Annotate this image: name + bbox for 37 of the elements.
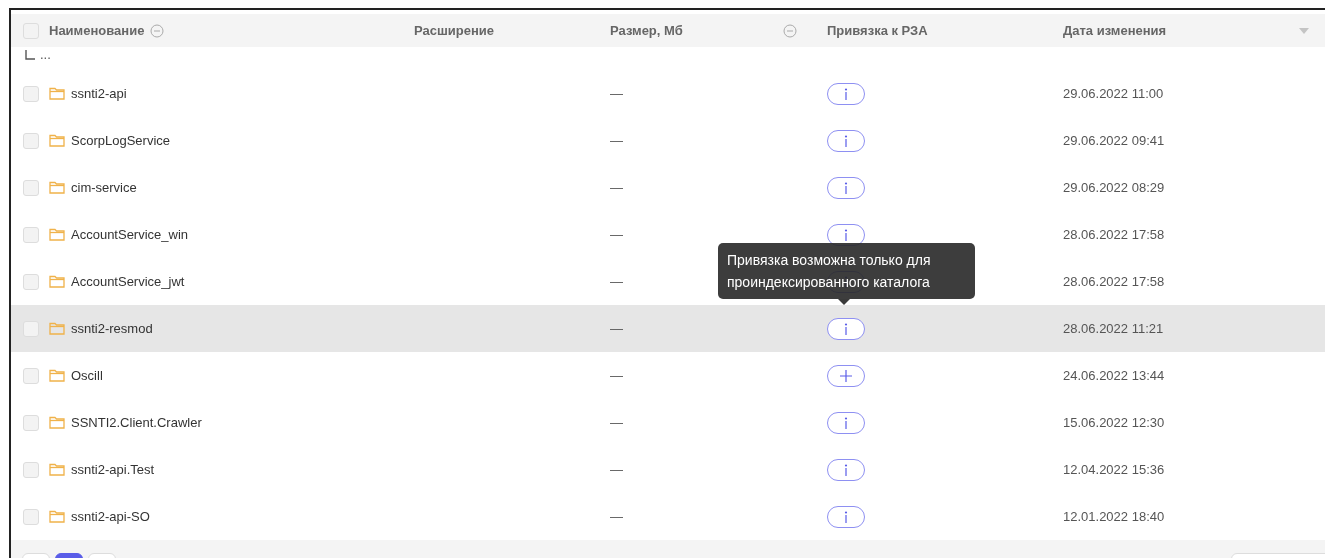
column-header[interactable]: Привязка к РЗА	[827, 23, 928, 38]
modified-date: 15.06.2022 12:30	[1063, 415, 1165, 430]
parent-folder-link[interactable]: ...	[40, 47, 51, 62]
modified-date: 29.06.2022 11:00	[1063, 86, 1164, 101]
tooltip: Привязка возможна только для проиндексированного каталога	[718, 243, 975, 299]
folder-name[interactable]: Oscill	[71, 368, 103, 383]
size-value: —	[610, 133, 623, 148]
folder-name[interactable]: AccountService_win	[71, 227, 189, 242]
size-value: —	[610, 274, 623, 289]
size-value: —	[610, 368, 623, 383]
size-value: —	[610, 509, 623, 524]
size-value: —	[610, 227, 623, 242]
folder-name[interactable]: AccountService_jwt	[71, 274, 185, 289]
folder-name[interactable]: ssnti2-api-SO	[71, 509, 150, 524]
modified-date: 28.06.2022 11:21	[1063, 321, 1164, 336]
folder-name[interactable]: ssnti2-api.Test	[71, 462, 155, 477]
modified-date: 12.01.2022 18:40	[1063, 509, 1165, 524]
modified-date: 29.06.2022 08:29	[1063, 180, 1165, 195]
modified-date: 29.06.2022 09:41	[1063, 133, 1165, 148]
size-value: —	[610, 415, 623, 430]
modified-date: 28.06.2022 17:58	[1063, 274, 1165, 289]
size-value: —	[610, 180, 623, 195]
folder-name[interactable]: cim-service	[71, 180, 137, 195]
size-value: —	[610, 86, 623, 101]
modified-date: 12.04.2022 15:36	[1063, 462, 1165, 477]
size-value: —	[610, 462, 623, 477]
column-header[interactable]: Размер, Мб	[610, 23, 683, 38]
column-header[interactable]: Расширение	[414, 23, 495, 38]
column-header[interactable]: Наименование	[49, 23, 145, 38]
size-value: —	[610, 321, 623, 336]
folder-name[interactable]: ssnti2-api	[71, 86, 127, 101]
modified-date: 28.06.2022 17:58	[1063, 227, 1165, 242]
column-header[interactable]: Дата изменения	[1063, 23, 1167, 38]
folder-name[interactable]: ScorpLogService	[71, 133, 170, 148]
folder-name[interactable]: SSNTI2.Client.Crawler	[71, 415, 202, 430]
modified-date: 24.06.2022 13:44	[1063, 368, 1165, 383]
folder-name[interactable]: ssnti2-resmod	[71, 321, 153, 336]
